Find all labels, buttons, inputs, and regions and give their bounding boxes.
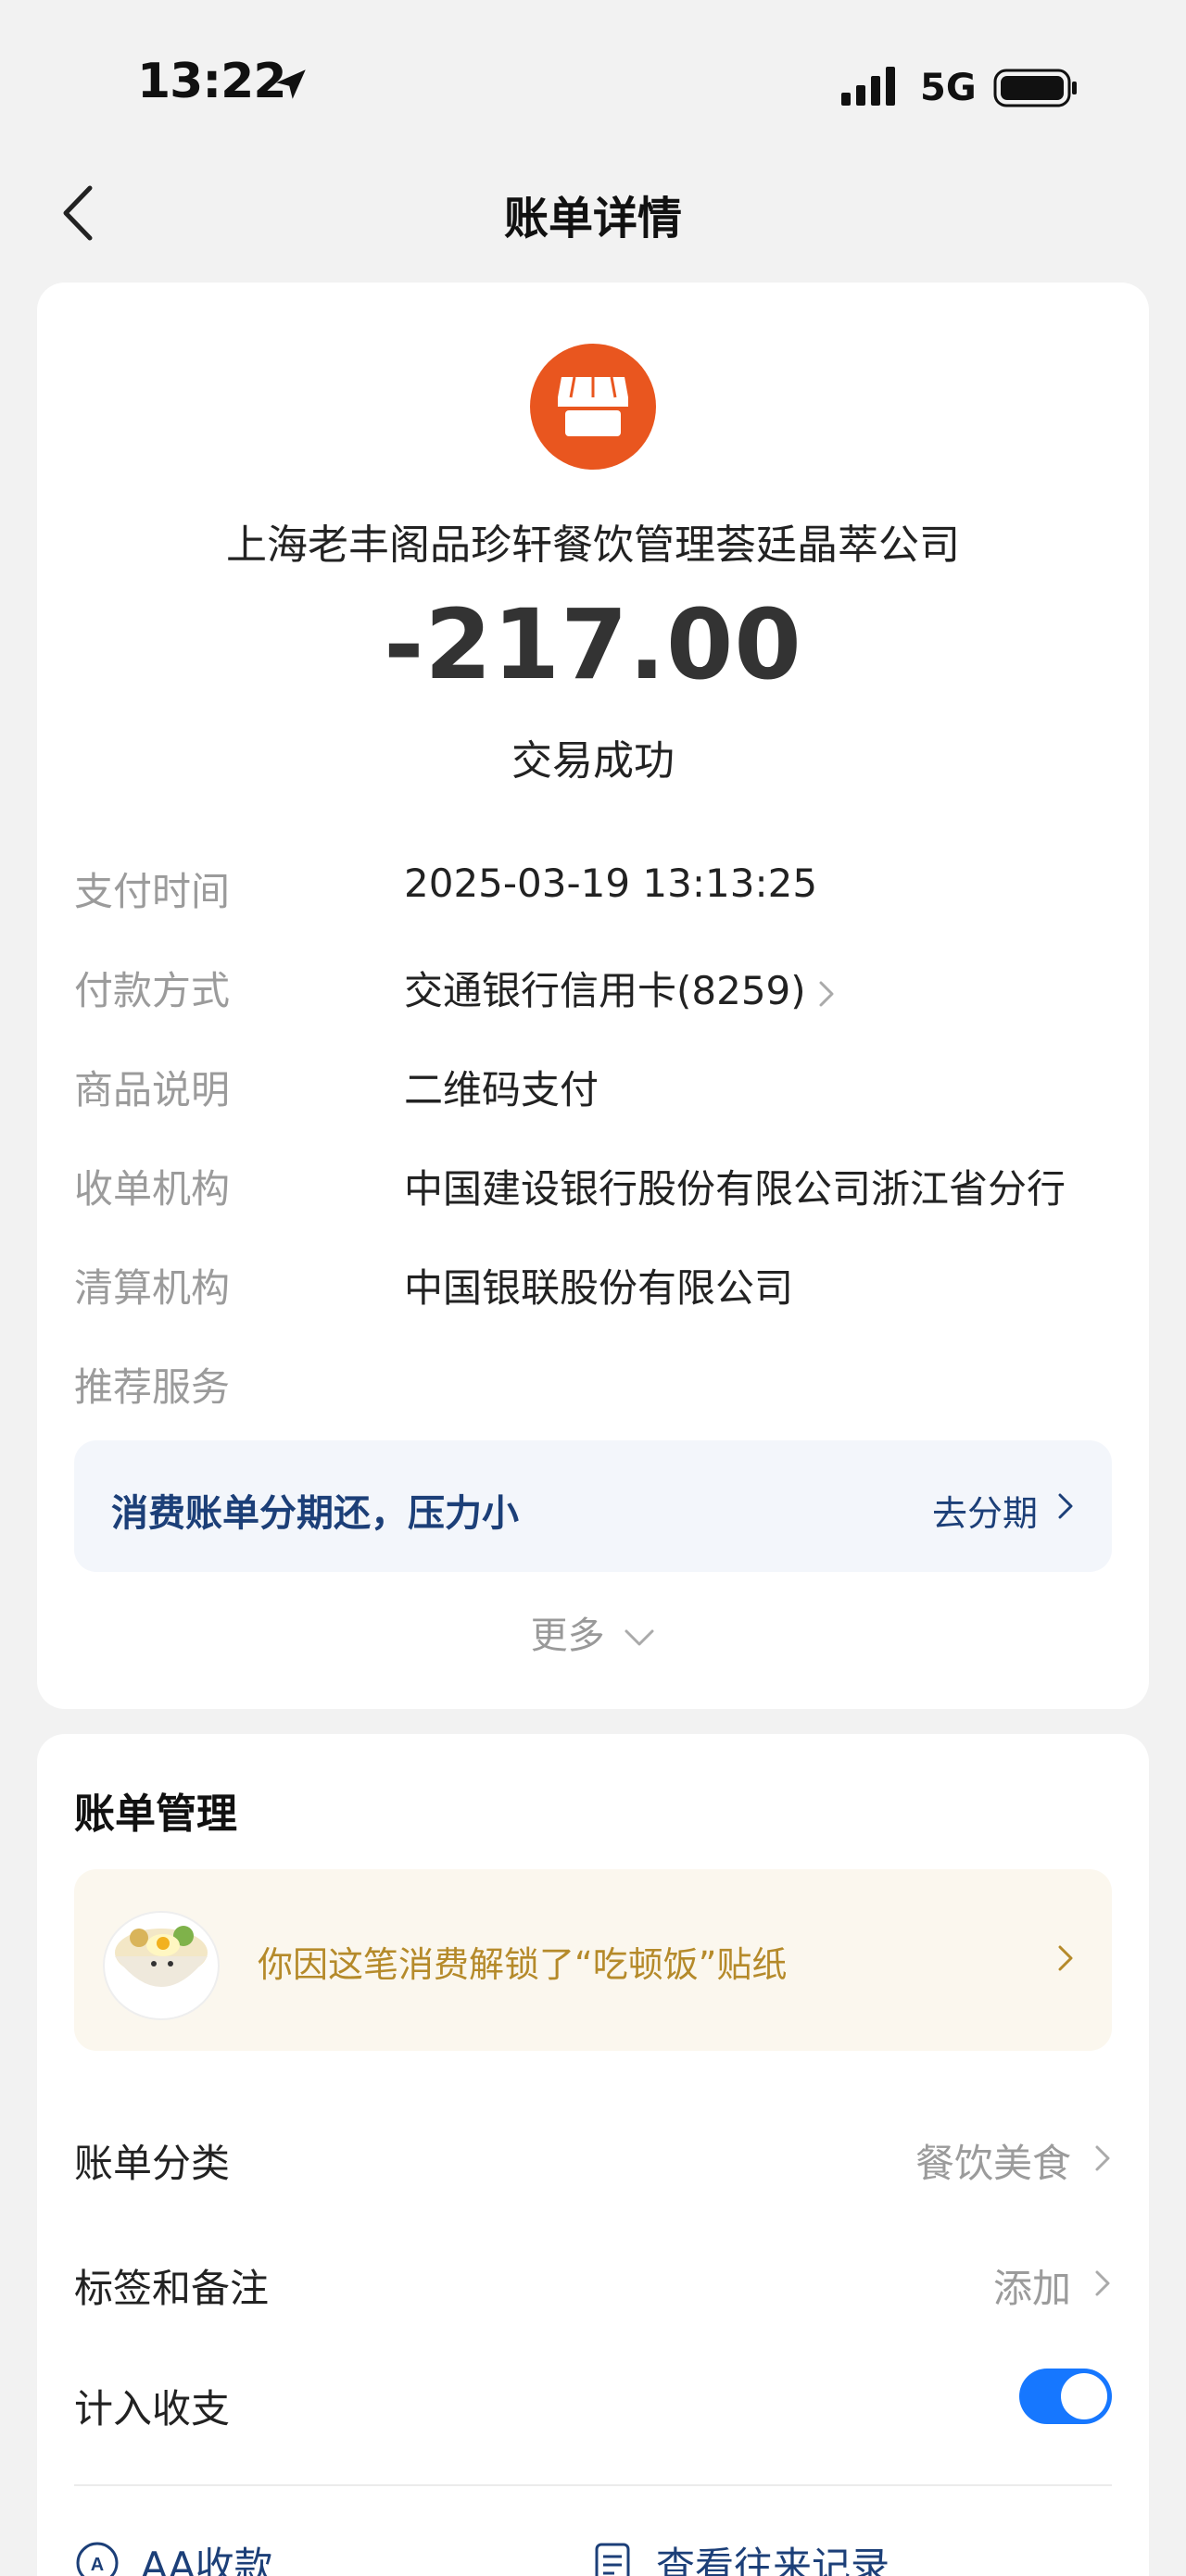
detail-value: 二维码支付 — [404, 1067, 599, 1112]
chevron-down-icon — [625, 1629, 654, 1646]
bill-detail-page: 13:22 5G 账单详情 上海老丰阁品珍轩餐饮管理荟廷晶萃公司 -217.00… — [0, 0, 1186, 2576]
bill-category-row[interactable]: 账单分类 餐饮美食 — [74, 2114, 1112, 2203]
aa-icon: A — [76, 2542, 119, 2576]
transaction-card: 上海老丰阁品珍轩餐饮管理荟廷晶萃公司 -217.00 交易成功 支付时间 202… — [37, 283, 1149, 1709]
promo-text: 消费账单分期还，压力小 — [111, 1492, 519, 1535]
income-expense-row: 计入收支 — [74, 2359, 1112, 2448]
chevron-right-icon — [1058, 1945, 1073, 1971]
transaction-status: 交易成功 — [511, 737, 675, 785]
list-label: 账单分类 — [74, 2141, 231, 2186]
aa-label: AA收款 — [141, 2543, 273, 2576]
svg-text:A: A — [91, 2555, 104, 2575]
section-title: 账单管理 — [74, 1791, 237, 1838]
page-title: 账单详情 — [503, 193, 682, 245]
detail-row-recommend: 推荐服务 — [74, 1352, 1112, 1412]
tags-notes-row[interactable]: 标签和备注 添加 — [74, 2239, 1112, 2328]
detail-row-clearing: 清算机构 中国银联股份有限公司 — [74, 1253, 1112, 1313]
status-bar: 13:22 5G — [0, 0, 1186, 139]
detail-row-pay-time: 支付时间 2025-03-19 13:13:25 — [74, 857, 1112, 916]
network-label: 5G — [920, 67, 977, 109]
detail-label: 付款方式 — [74, 968, 231, 1013]
signal-icon — [841, 67, 895, 106]
chevron-right-icon — [819, 981, 834, 1006]
rice-bowl-sticker-icon — [103, 1911, 220, 2020]
promo-action: 去分期 — [931, 1493, 1038, 1534]
more-label: 更多 — [530, 1615, 605, 1657]
detail-label: 清算机构 — [74, 1265, 231, 1311]
nav-bar: 账单详情 — [0, 157, 1186, 269]
records-label: 查看往来记录 — [656, 2543, 890, 2576]
store-glyph — [558, 376, 628, 436]
detail-label: 支付时间 — [74, 869, 231, 914]
detail-label: 收单机构 — [74, 1166, 231, 1212]
status-time: 13:22 — [137, 54, 287, 109]
detail-value: 中国银联股份有限公司 — [404, 1265, 794, 1311]
detail-label: 推荐服务 — [74, 1364, 231, 1410]
installment-promo[interactable]: 消费账单分期还，压力小 去分期 — [74, 1440, 1112, 1572]
payment-method-value: 交通银行信用卡(8259) — [404, 968, 806, 1013]
detail-row-acquirer: 收单机构 中国建设银行股份有限公司浙江省分行 — [74, 1154, 1112, 1213]
divider — [74, 2484, 1112, 2486]
chevron-right-icon — [1095, 2145, 1110, 2171]
chevron-right-icon — [1095, 2270, 1110, 2296]
detail-value-wrap: 交通银行信用卡(8259) — [404, 960, 836, 1016]
bill-management-card: 账单管理 你因这笔消费解锁了“吃顿饭”贴纸 账单分类 餐饮美食 标签和备注 添加… — [37, 1734, 1149, 2576]
aa-collect-button[interactable]: A AA收款 — [74, 2526, 273, 2576]
list-label: 计入收支 — [74, 2386, 231, 2431]
merchant-name: 上海老丰阁品珍轩餐饮管理荟廷晶萃公司 — [226, 521, 960, 569]
detail-label: 商品说明 — [74, 1067, 231, 1112]
toggle-knob — [1061, 2373, 1107, 2419]
income-toggle[interactable] — [1019, 2369, 1112, 2424]
sticker-text: 你因这笔消费解锁了“吃顿饭”贴纸 — [258, 1944, 788, 1985]
records-icon — [595, 2543, 630, 2576]
list-label: 标签和备注 — [74, 2266, 270, 2311]
transaction-amount: -217.00 — [384, 588, 802, 701]
list-value: 餐饮美食 — [915, 2141, 1071, 2186]
view-records-button[interactable]: 查看往来记录 — [589, 2526, 890, 2576]
location-arrow-icon — [276, 69, 306, 99]
sticker-banner[interactable]: 你因这笔消费解锁了“吃顿饭”贴纸 — [74, 1869, 1112, 2051]
store-icon — [530, 344, 656, 470]
detail-value: 中国建设银行股份有限公司浙江省分行 — [404, 1166, 1066, 1212]
detail-row-payment-method[interactable]: 付款方式 交通银行信用卡(8259) — [74, 956, 1112, 1015]
more-button[interactable]: 更多 — [37, 1605, 1149, 1659]
detail-row-product-desc: 商品说明 二维码支付 — [74, 1055, 1112, 1114]
chevron-right-icon — [1058, 1493, 1073, 1519]
battery-icon — [993, 69, 1077, 107]
detail-value: 2025-03-19 13:13:25 — [404, 861, 818, 906]
list-value: 添加 — [992, 2266, 1071, 2311]
